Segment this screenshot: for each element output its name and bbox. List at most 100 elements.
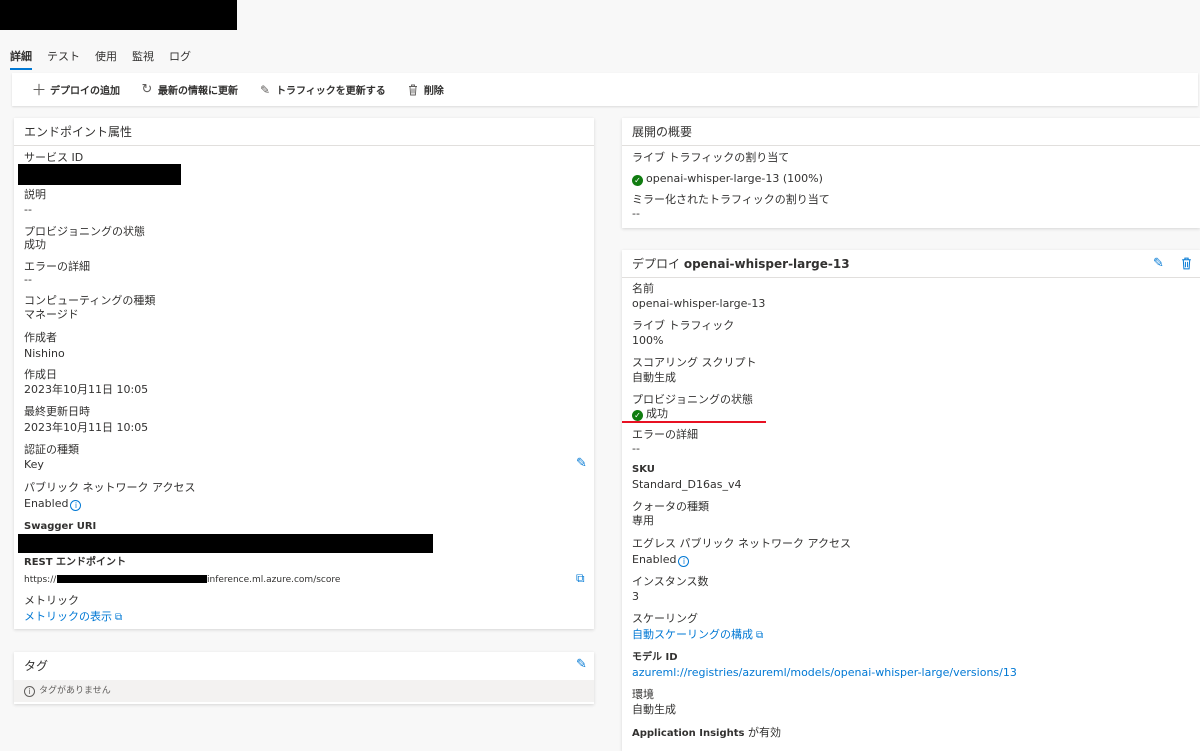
provisioning-value: 成功	[24, 238, 46, 251]
created-date-value: 2023年10月11日 10:05	[24, 383, 149, 396]
live-traffic-allocation-label: ライブ トラフィックの割り当て	[632, 151, 790, 164]
tab-test[interactable]: テスト	[47, 48, 80, 70]
external-link-icon: ⧉	[756, 630, 764, 641]
updated-date-value: 2023年10月11日 10:05	[24, 421, 149, 434]
public-access-label: パブリック ネットワーク アクセス	[24, 481, 196, 494]
live-traffic-allocation-row: ✓ openai-whisper-large-13 (100%)	[632, 172, 823, 186]
app-insights-suffix: が有効	[744, 726, 781, 739]
view-metrics-link[interactable]: メトリックの表示	[24, 610, 112, 623]
environment-value: 自動生成	[632, 703, 676, 716]
redacted-rest-host	[57, 575, 207, 583]
auth-type-value: Key	[24, 458, 44, 471]
quota-type-label: クォータの種類	[632, 500, 709, 513]
deployment-title-prefix: デプロイ	[632, 257, 684, 271]
compute-type-label: コンピューティングの種類	[24, 294, 156, 307]
configure-autoscale-link[interactable]: 自動スケーリングの構成	[632, 628, 753, 641]
tags-title: タグ	[24, 659, 49, 673]
deploy-error-value: --	[632, 442, 640, 455]
tags-empty-text: タグがありません	[39, 686, 111, 696]
refresh-label: 最新の情報に更新	[158, 86, 238, 97]
command-bar: ＋ デプロイの追加 ↻ 最新の情報に更新 ✎ トラフィックを更新する 削除	[12, 73, 1198, 106]
info-icon: i	[24, 686, 35, 697]
delete-label: 削除	[423, 86, 444, 97]
update-traffic-label: トラフィックを更新する	[276, 86, 386, 97]
copy-icon[interactable]: ⧉	[576, 571, 585, 586]
deploy-provisioning-row: ✓ 成功	[632, 407, 668, 421]
instance-count-value: 3	[632, 590, 639, 603]
swagger-uri-label: Swagger URI	[24, 521, 97, 532]
add-deployment-button[interactable]: ＋ デプロイの追加	[31, 81, 121, 99]
mirror-traffic-label: ミラー化されたトラフィックの割り当て	[632, 193, 830, 206]
tab-monitoring[interactable]: 監視	[132, 48, 154, 70]
public-access-value: Enabled	[24, 497, 69, 510]
deploy-provisioning-value: 成功	[646, 407, 668, 420]
tab-details[interactable]: 詳細	[10, 48, 32, 70]
updated-date-label: 最終更新日時	[24, 405, 90, 418]
edit-auth-pencil-icon[interactable]: ✎	[576, 456, 587, 471]
refresh-icon: ↻	[141, 82, 153, 97]
deploy-live-traffic-value: 100%	[632, 334, 664, 347]
rest-endpoint-label: REST エンドポイント	[24, 557, 127, 568]
egress-access-value: Enabled	[632, 553, 677, 566]
refresh-button[interactable]: ↻ 最新の情報に更新	[140, 82, 238, 97]
compute-type-value: マネージド	[24, 308, 79, 321]
deploy-live-traffic-label: ライブ トラフィック	[632, 319, 735, 332]
model-id-label: モデル ID	[632, 652, 678, 663]
created-by-label: 作成者	[24, 331, 57, 344]
auth-type-label: 認証の種類	[24, 443, 79, 456]
created-by-value: Nishino	[24, 347, 65, 360]
live-traffic-allocation-value: openai-whisper-large-13 (100%)	[646, 172, 823, 185]
trash-icon	[406, 83, 420, 97]
pencil-icon: ✎	[259, 82, 271, 97]
edit-tags-pencil-icon[interactable]: ✎	[576, 657, 587, 672]
tags-card: タグ i タグがありません	[14, 652, 594, 704]
deployment-title-name: openai-whisper-large-13	[683, 257, 850, 271]
update-traffic-button[interactable]: ✎ トラフィックを更新する	[258, 82, 386, 98]
tab-logs[interactable]: ログ	[169, 48, 191, 70]
deployment-title: デプロイ openai-whisper-large-13	[622, 250, 1200, 278]
plus-icon: ＋	[31, 81, 47, 99]
external-link-icon: ⧉	[115, 612, 123, 623]
description-label: 説明	[24, 188, 46, 201]
tab-bar: 詳細 テスト 使用 監視 ログ	[10, 48, 206, 70]
created-date-label: 作成日	[24, 368, 57, 381]
description-value: --	[24, 203, 32, 216]
rest-endpoint-prefix: https://	[24, 575, 57, 585]
delete-button[interactable]: 削除	[406, 82, 444, 97]
provisioning-label: プロビジョニングの状態	[24, 225, 145, 238]
scoring-script-value: 自動生成	[632, 371, 676, 384]
scoring-script-label: スコアリング スクリプト	[632, 356, 757, 369]
app-insights-label: Application Insights が有効	[632, 726, 781, 741]
edit-deployment-pencil-icon[interactable]: ✎	[1153, 256, 1164, 271]
redacted-swagger-uri	[18, 534, 433, 553]
model-id-link[interactable]: azureml://registries/azureml/models/open…	[632, 666, 1017, 680]
endpoint-attributes-title: エンドポイント属性	[14, 118, 594, 146]
sku-label: SKU	[632, 464, 655, 475]
instance-count-label: インスタンス数	[632, 575, 709, 588]
public-access-row: Enabled i	[24, 497, 82, 511]
success-check-icon: ✓	[632, 410, 643, 421]
redacted-title	[0, 0, 237, 30]
app-insights-name: Application Insights	[632, 728, 745, 739]
egress-access-label: エグレス パブリック ネットワーク アクセス	[632, 537, 851, 550]
mirror-traffic-value: --	[632, 207, 640, 220]
info-icon[interactable]: i	[678, 556, 690, 567]
deploy-name-value: openai-whisper-large-13	[632, 297, 766, 310]
error-details-value: --	[24, 273, 32, 286]
success-check-icon: ✓	[632, 175, 643, 186]
tab-consume[interactable]: 使用	[95, 48, 117, 70]
deployment-summary-title: 展開の概要	[622, 118, 1200, 146]
service-id-label: サービス ID	[24, 151, 84, 164]
add-deployment-label: デプロイの追加	[50, 86, 120, 97]
info-icon[interactable]: i	[70, 500, 82, 511]
delete-deployment-trash-icon[interactable]	[1181, 257, 1192, 274]
tags-empty-row: i タグがありません	[14, 680, 594, 702]
metrics-label: メトリック	[24, 594, 79, 607]
environment-label: 環境	[632, 688, 654, 701]
redacted-service-id	[18, 164, 181, 185]
egress-access-row: Enabled i	[632, 553, 690, 567]
error-details-label: エラーの詳細	[24, 260, 90, 273]
scaling-label: スケーリング	[632, 612, 698, 625]
scaling-link-row: 自動スケーリングの構成 ⧉	[632, 628, 763, 643]
quota-type-value: 専用	[632, 514, 654, 527]
